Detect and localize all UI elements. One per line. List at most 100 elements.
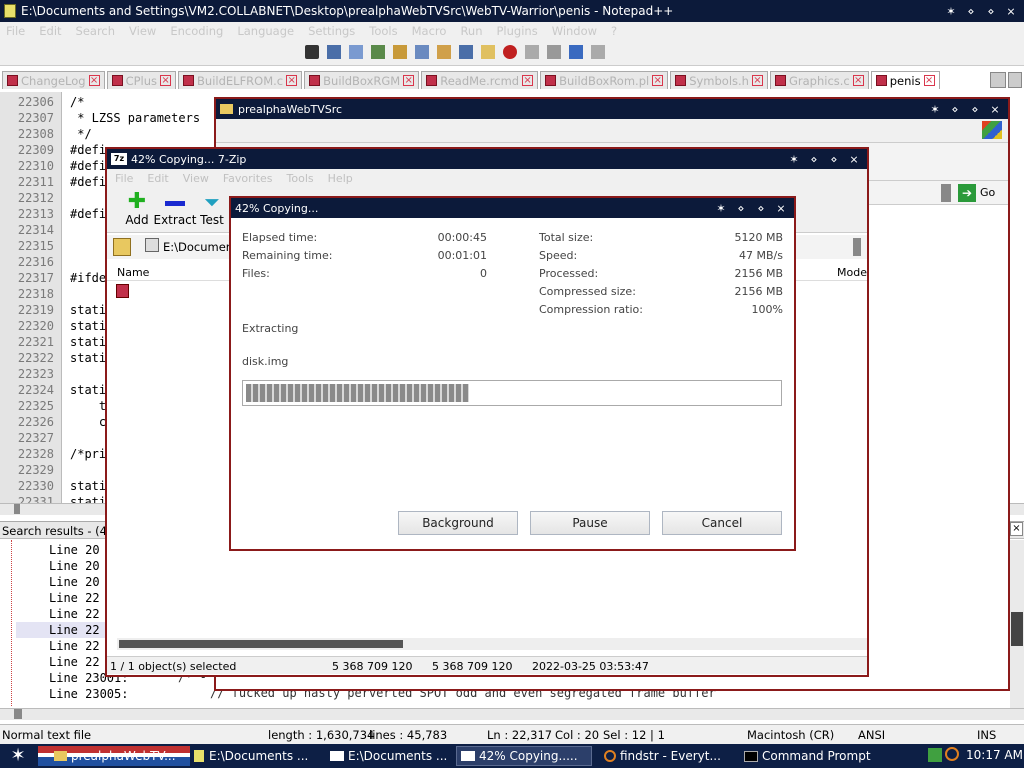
minimize-button[interactable]: ⋄ xyxy=(807,153,821,166)
menu-item[interactable]: Window xyxy=(552,24,597,38)
search-result-row[interactable]: Line 20 xyxy=(16,574,108,590)
column-name[interactable]: Name xyxy=(117,266,149,279)
start-button[interactable]: ✶ xyxy=(4,745,32,767)
menu-item[interactable]: Search xyxy=(76,24,116,38)
npp-titlebar[interactable]: E:\Documents and Settings\VM2.COLLABNET\… xyxy=(0,0,1024,22)
maximize-button[interactable]: ⋄ xyxy=(827,153,841,166)
file-list-hscroll-thumb[interactable] xyxy=(119,640,403,648)
save-macro-icon[interactable] xyxy=(591,45,605,59)
tab-0[interactable]: ChangeLog × xyxy=(2,71,105,89)
tab-close-button[interactable] xyxy=(1008,72,1022,88)
menu-item[interactable]: Macro xyxy=(412,24,447,38)
menu-item[interactable]: Tools xyxy=(369,24,397,38)
tab-5[interactable]: BuildBoxRom.pl × xyxy=(540,71,669,89)
close-button[interactable]: ⨯ xyxy=(988,103,1002,116)
search-results-list[interactable]: Line 20 Line 20 Line 20 Line 22 Line 22 Line … xyxy=(16,542,128,702)
search-result-row[interactable]: Line 22 xyxy=(16,638,108,654)
close-tab-icon[interactable]: × xyxy=(286,75,298,86)
indent-icon[interactable] xyxy=(415,45,429,59)
tab-4[interactable]: ReadMe.rcmd × xyxy=(421,71,539,89)
menu-item[interactable]: Encoding xyxy=(170,24,223,38)
close-tab-icon[interactable]: × xyxy=(88,75,100,86)
column-mode[interactable]: Mode xyxy=(837,266,867,279)
tab-7[interactable]: Graphics.c × xyxy=(769,71,869,89)
menu-item[interactable]: View xyxy=(129,24,156,38)
search-close-icon[interactable]: × xyxy=(1010,522,1023,536)
menu-item[interactable]: Run xyxy=(460,24,482,38)
minimize-button[interactable]: ⋄ xyxy=(964,5,978,18)
tab-1[interactable]: CPlus × xyxy=(106,71,177,89)
close-tab-icon[interactable]: × xyxy=(652,75,664,86)
maximize-button[interactable]: ⋄ xyxy=(984,5,998,18)
status-eol[interactable]: Macintosh (CR) xyxy=(747,728,834,742)
close-tab-icon[interactable]: × xyxy=(160,75,172,86)
zoom-icon[interactable] xyxy=(349,45,363,59)
wrap-icon[interactable] xyxy=(393,45,407,59)
search-result-row[interactable]: Line 20 xyxy=(16,558,108,574)
menu-item[interactable]: Edit xyxy=(147,172,168,185)
sync-icon[interactable] xyxy=(371,45,385,59)
explorer-titlebar[interactable]: prealphaWebTVSrc ✶ ⋄ ⋄ ⨯ xyxy=(216,99,1008,119)
minimize-button[interactable]: ⋄ xyxy=(948,103,962,116)
taskbar-item-npp[interactable]: E:\Documents ... xyxy=(190,746,326,766)
progress-titlebar[interactable]: 42% Copying... ✶ ⋄ ⋄ ⨯ xyxy=(231,198,794,218)
cancel-button[interactable]: Cancel xyxy=(662,511,782,535)
taskbar-item-copying[interactable]: 42% Copying..... xyxy=(456,746,592,766)
close-button[interactable]: ⨯ xyxy=(774,202,788,215)
go-button-label[interactable]: Go xyxy=(980,186,995,199)
path-dropdown[interactable] xyxy=(853,238,861,256)
pin-icon[interactable]: ✶ xyxy=(787,153,801,166)
close-tab-icon[interactable]: × xyxy=(522,75,534,86)
menu-item[interactable]: Tools xyxy=(287,172,314,185)
tab-8[interactable]: penis × xyxy=(870,71,940,89)
taskbar-item-7zip-folder[interactable]: E:\Documents ... xyxy=(326,746,456,766)
clock[interactable]: 10:17 AM xyxy=(966,748,1023,762)
stop-macro-icon[interactable] xyxy=(525,45,539,59)
file-row-icon[interactable] xyxy=(116,284,129,298)
tab-restore-button[interactable] xyxy=(990,72,1006,88)
menu-item[interactable]: Favorites xyxy=(223,172,273,185)
search-result-row[interactable]: Line 22 xyxy=(16,590,108,606)
doc-map-icon[interactable] xyxy=(437,45,451,59)
search-result-row[interactable]: Line 20 xyxy=(16,542,108,558)
search-hscrollbar[interactable] xyxy=(0,708,1024,720)
search-result-row[interactable]: Line 22 xyxy=(16,622,108,638)
search-vscroll-thumb[interactable] xyxy=(1011,612,1023,646)
run-macro-icon[interactable] xyxy=(569,45,583,59)
close-tab-icon[interactable]: × xyxy=(403,75,415,86)
replace-icon[interactable] xyxy=(327,45,341,59)
menu-item[interactable]: ? xyxy=(611,24,617,38)
menu-item[interactable]: File xyxy=(115,172,133,185)
tab-2[interactable]: BuildELFROM.c × xyxy=(178,71,303,89)
pin-icon[interactable]: ✶ xyxy=(944,5,958,18)
address-dropdown[interactable] xyxy=(941,184,951,202)
search-result-row[interactable]: Line 23001: xyxy=(16,670,128,686)
pin-icon[interactable]: ✶ xyxy=(928,103,942,116)
test-button[interactable]: ⏷ Test xyxy=(195,191,229,227)
background-button[interactable]: Background xyxy=(398,511,518,535)
go-arrow-icon[interactable]: ➔ xyxy=(958,184,976,202)
menu-item[interactable]: Language xyxy=(237,24,294,38)
folder-icon[interactable] xyxy=(481,45,495,59)
hscroll-thumb[interactable] xyxy=(14,504,20,514)
find-icon[interactable] xyxy=(305,45,319,59)
sevenzip-titlebar[interactable]: 7z 42% Copying... 7-Zip ✶ ⋄ ⋄ ⨯ xyxy=(107,149,867,169)
tab-6[interactable]: Symbols.h × xyxy=(670,71,768,89)
status-encoding[interactable]: ANSI xyxy=(858,728,885,742)
extract-button[interactable]: Extract xyxy=(151,191,199,227)
tray-network-icon[interactable] xyxy=(928,748,942,762)
menu-item[interactable]: Help xyxy=(328,172,353,185)
taskbar-item-everything[interactable]: findstr - Everyt... xyxy=(600,746,740,766)
tab-3[interactable]: BuildBoxRGM × xyxy=(304,71,420,89)
search-result-row[interactable]: Line 23005: xyxy=(16,686,128,702)
close-tab-icon[interactable]: × xyxy=(923,75,935,86)
record-macro-icon[interactable] xyxy=(503,45,517,59)
taskbar-item-explorer[interactable]: prealphaWebTV... xyxy=(50,746,190,766)
menu-item[interactable]: Edit xyxy=(39,24,61,38)
menu-item[interactable]: Settings xyxy=(308,24,355,38)
close-button[interactable]: ⨯ xyxy=(847,153,861,166)
search-result-row[interactable]: Line 22 xyxy=(16,654,108,670)
up-folder-icon[interactable] xyxy=(113,238,131,256)
search-hscroll-thumb[interactable] xyxy=(14,709,22,719)
maximize-button[interactable]: ⋄ xyxy=(754,202,768,215)
